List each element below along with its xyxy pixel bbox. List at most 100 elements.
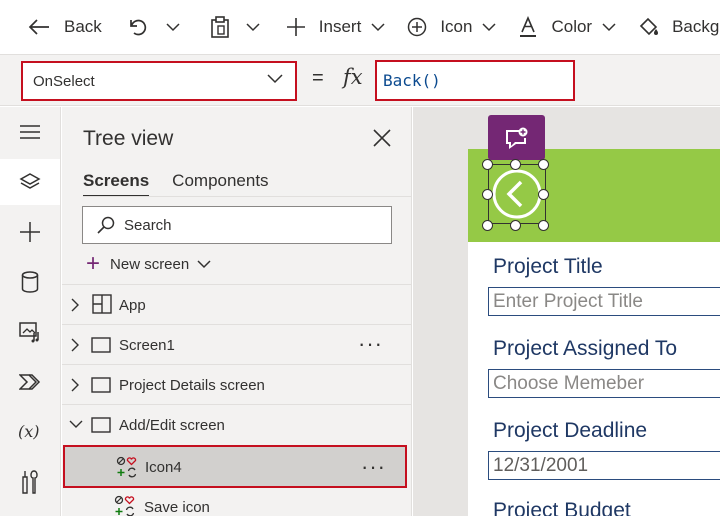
insert-button[interactable]: Insert bbox=[286, 0, 386, 54]
rail-variables[interactable]: (x) bbox=[0, 409, 60, 455]
paste-dropdown-button[interactable] bbox=[246, 0, 260, 54]
tree-view-panel: Tree view Screens Components Search + Ne… bbox=[62, 107, 412, 516]
resize-handle[interactable] bbox=[482, 159, 493, 170]
chevron-down-icon bbox=[197, 259, 211, 268]
plus-icon bbox=[20, 222, 40, 242]
comment-add-icon bbox=[505, 127, 527, 149]
hamburger-menu-button[interactable] bbox=[0, 109, 60, 155]
tree-item-label: Save icon bbox=[144, 499, 210, 516]
tree-item-icon4[interactable]: Icon4 ··· bbox=[63, 445, 407, 488]
chevron-down-icon bbox=[602, 22, 616, 31]
screen-icon bbox=[91, 377, 111, 393]
tree-tabs: Screens Components bbox=[83, 171, 269, 197]
input-placeholder: Choose Memeber bbox=[493, 372, 645, 394]
tabs-divider bbox=[83, 196, 411, 197]
chevron-down-icon bbox=[69, 420, 83, 428]
background-button[interactable]: Background bbox=[638, 0, 720, 54]
input-placeholder: Enter Project Title bbox=[493, 290, 643, 312]
tree-item-label: Icon4 bbox=[145, 459, 182, 476]
hamburger-icon bbox=[20, 125, 40, 139]
chevron-down-icon bbox=[482, 22, 496, 31]
fx-icon: fx bbox=[343, 65, 363, 89]
undo-dropdown-button[interactable] bbox=[166, 0, 180, 54]
tab-screens[interactable]: Screens bbox=[83, 171, 150, 197]
back-button[interactable]: Back bbox=[28, 0, 102, 54]
formula-text: Back() bbox=[383, 71, 441, 90]
tree-item-label: App bbox=[119, 297, 146, 314]
tree-view-title: Tree view bbox=[83, 127, 174, 150]
color-button[interactable]: Color bbox=[518, 0, 616, 54]
plus-icon bbox=[286, 18, 305, 36]
paint-bucket-icon bbox=[639, 17, 659, 36]
rail-power-automate[interactable] bbox=[0, 359, 60, 405]
shapes-icon bbox=[114, 495, 135, 516]
chevron-down-icon bbox=[166, 22, 180, 31]
tree-item-label: Screen1 bbox=[119, 337, 175, 354]
input-value: 12/31/2001 bbox=[493, 454, 589, 476]
rail-insert[interactable] bbox=[0, 209, 60, 255]
power-automate-icon bbox=[19, 374, 41, 390]
tools-icon bbox=[22, 470, 38, 494]
rail-data[interactable] bbox=[0, 259, 60, 305]
app-grid-icon bbox=[92, 294, 112, 314]
undo-button[interactable] bbox=[126, 0, 148, 54]
icon-label: Icon bbox=[440, 17, 473, 36]
property-value: OnSelect bbox=[33, 72, 95, 90]
new-screen-button[interactable]: + New screen bbox=[86, 252, 211, 276]
screen-icon bbox=[91, 417, 111, 433]
project-assigned-to-label: Project Assigned To bbox=[493, 337, 678, 360]
arrow-left-icon bbox=[28, 19, 49, 35]
chevron-down-icon bbox=[371, 22, 385, 31]
clipboard-icon bbox=[210, 16, 229, 38]
project-deadline-input[interactable]: 12/31/2001 bbox=[488, 451, 720, 480]
icon-button[interactable]: Icon bbox=[407, 0, 496, 54]
screen-icon bbox=[91, 337, 111, 353]
paste-button[interactable] bbox=[210, 0, 230, 54]
tab-components[interactable]: Components bbox=[172, 171, 268, 197]
project-title-input[interactable]: Enter Project Title bbox=[488, 287, 720, 316]
project-budget-label: Project Budget bbox=[493, 499, 631, 516]
chevron-down-icon bbox=[267, 74, 283, 84]
tree-item-project-details-screen[interactable]: Project Details screen bbox=[62, 364, 412, 404]
more-options-button[interactable]: ··· bbox=[358, 331, 383, 357]
more-options-button[interactable]: ··· bbox=[361, 454, 386, 480]
rail-tree-view[interactable] bbox=[0, 159, 60, 205]
resize-handle[interactable] bbox=[482, 189, 493, 200]
add-comment-button[interactable] bbox=[488, 115, 545, 160]
background-label: Background bbox=[672, 17, 720, 36]
tree-item-label: Project Details screen bbox=[119, 377, 265, 394]
chevron-right-icon bbox=[71, 298, 79, 312]
resize-handle[interactable] bbox=[538, 220, 549, 231]
rail-media[interactable] bbox=[0, 309, 60, 355]
tree-item-save-icon[interactable]: Save icon bbox=[62, 487, 412, 516]
rail-advanced-tools[interactable] bbox=[0, 459, 60, 505]
tree-item-label: Add/Edit screen bbox=[119, 417, 225, 434]
new-screen-label: New screen bbox=[110, 255, 190, 273]
plus-icon: + bbox=[86, 250, 101, 277]
resize-handle[interactable] bbox=[538, 159, 549, 170]
resize-handle[interactable] bbox=[538, 189, 549, 200]
chevron-left-circle-icon bbox=[492, 169, 542, 219]
close-button[interactable] bbox=[370, 126, 394, 150]
project-assigned-to-input[interactable]: Choose Memeber bbox=[488, 369, 720, 398]
color-label: Color bbox=[551, 17, 593, 36]
project-title-label: Project Title bbox=[493, 255, 603, 278]
resize-handle[interactable] bbox=[510, 220, 521, 231]
property-dropdown[interactable]: OnSelect bbox=[21, 61, 297, 101]
search-placeholder: Search bbox=[124, 216, 172, 234]
formula-input[interactable]: Back() bbox=[375, 60, 575, 101]
variables-icon: (x) bbox=[18, 422, 40, 441]
equals-sign: = bbox=[312, 67, 324, 89]
add-circle-icon bbox=[408, 17, 427, 37]
command-bar: Back Insert Icon Color Background bbox=[0, 0, 720, 54]
back-label: Back bbox=[64, 17, 102, 36]
chevron-right-icon bbox=[71, 378, 79, 392]
font-color-icon bbox=[520, 16, 537, 37]
tree-item-add-edit-screen[interactable]: Add/Edit screen bbox=[62, 404, 412, 444]
search-input[interactable]: Search bbox=[82, 206, 392, 244]
resize-handle[interactable] bbox=[510, 159, 521, 170]
resize-handle[interactable] bbox=[482, 220, 493, 231]
tree-item-app[interactable]: App bbox=[62, 284, 412, 324]
tree-item-screen1[interactable]: Screen1 ··· bbox=[62, 324, 412, 364]
layers-icon bbox=[19, 173, 41, 189]
